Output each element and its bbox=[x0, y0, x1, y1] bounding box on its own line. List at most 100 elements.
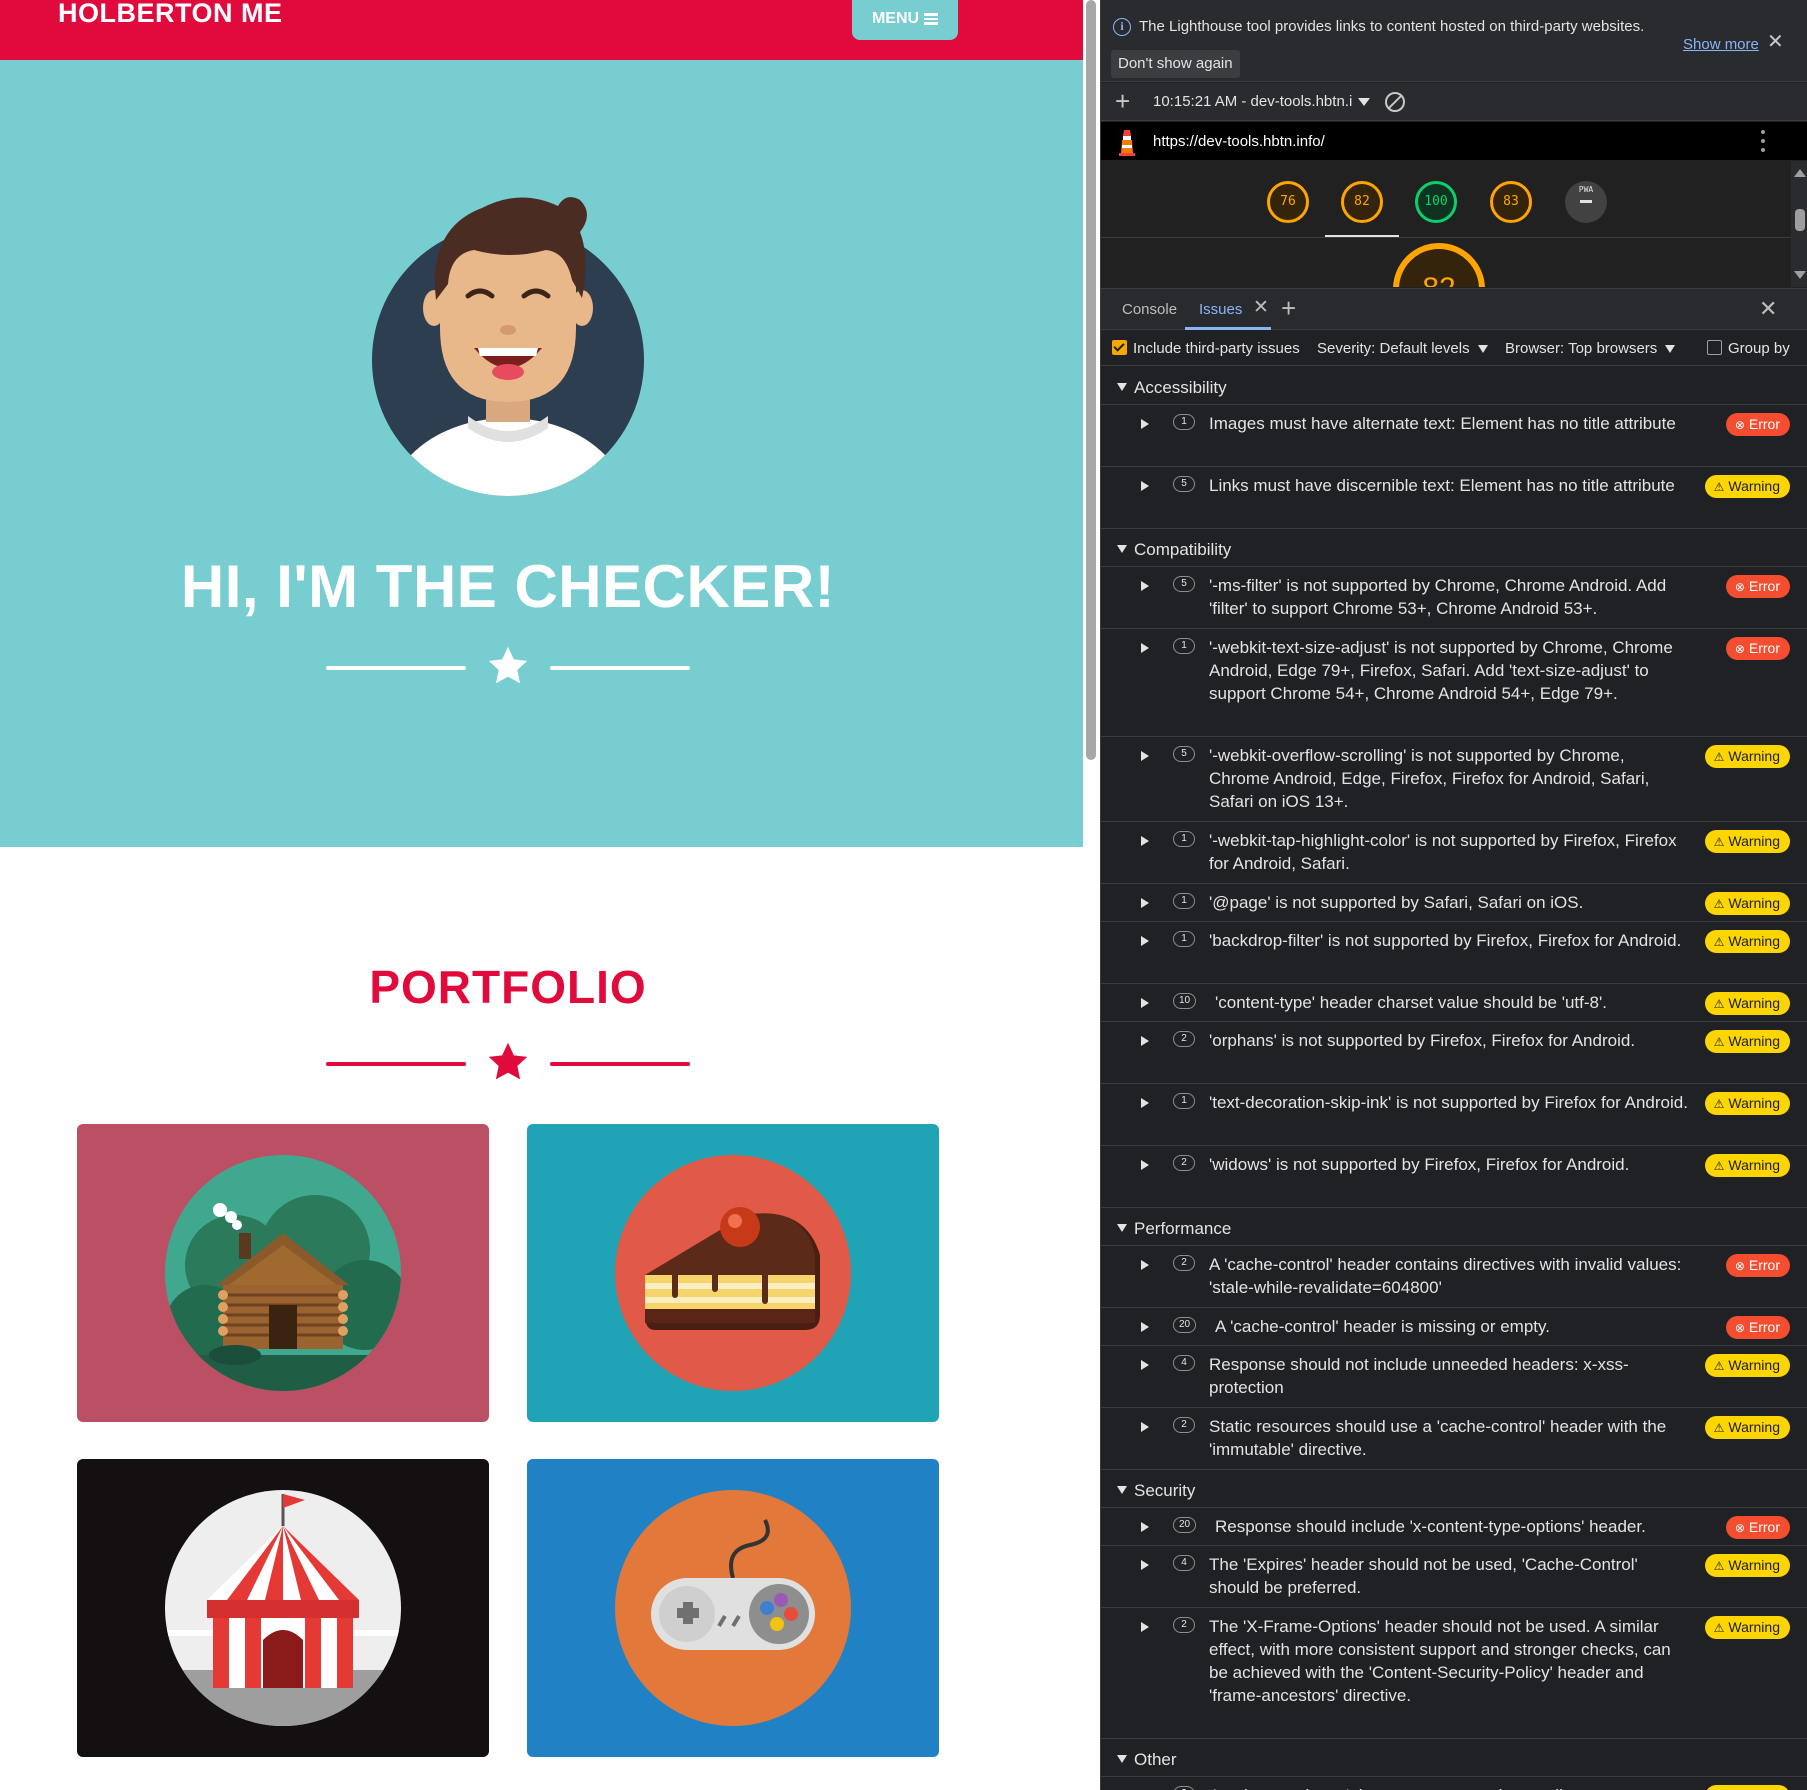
score-gauge-accessibility[interactable]: 82 bbox=[1341, 181, 1383, 223]
caret-right-icon[interactable] bbox=[1141, 1260, 1149, 1270]
issue-count-badge: 5 bbox=[1173, 576, 1195, 592]
caret-right-icon[interactable] bbox=[1141, 1422, 1149, 1432]
caret-right-icon[interactable] bbox=[1141, 751, 1149, 761]
lighthouse-scrollbar[interactable] bbox=[1791, 161, 1807, 287]
severity-select[interactable]: Severity: Default levels bbox=[1317, 340, 1488, 357]
error-icon: ⊗ bbox=[1734, 580, 1745, 594]
issue-row[interactable]: 2 A 'cache-control' header contains direc… bbox=[1101, 1246, 1807, 1308]
issue-category-security[interactable]: Security bbox=[1101, 1470, 1807, 1508]
caret-right-icon[interactable] bbox=[1141, 1522, 1149, 1532]
caret-down-icon bbox=[1477, 345, 1488, 354]
issue-row[interactable]: 5 '-webkit-overflow-scrolling' is not sup… bbox=[1101, 737, 1807, 822]
caret-right-icon[interactable] bbox=[1141, 1322, 1149, 1332]
issue-row[interactable]: 1 '-webkit-text-size-adjust' is not suppo… bbox=[1101, 629, 1807, 737]
warning-badge: ⚠Warning bbox=[1704, 1785, 1790, 1790]
issue-row[interactable]: 2 'orphans' is not supported by Firefox, … bbox=[1101, 1022, 1807, 1084]
portfolio-divider bbox=[326, 1040, 690, 1088]
score-gauge-performance[interactable]: 76 bbox=[1267, 181, 1309, 223]
issue-row[interactable]: 1 '-webkit-tap-highlight-color' is not su… bbox=[1101, 822, 1807, 884]
close-drawer-icon[interactable]: ✕ bbox=[1759, 298, 1777, 320]
issue-row[interactable]: 2 Static resources should use a 'cache-co… bbox=[1101, 1408, 1807, 1470]
portfolio-item-cabin[interactable] bbox=[77, 1124, 489, 1422]
issue-row[interactable]: 3 An element doesn't have an autocomplete… bbox=[1101, 1777, 1807, 1790]
issues-list: Accessibility 1 Images must have alternate… bbox=[1101, 367, 1807, 1790]
caret-right-icon[interactable] bbox=[1141, 1360, 1149, 1370]
error-badge: ⊗ Error bbox=[1725, 413, 1790, 436]
score-gauge-pwa[interactable]: PWA bbox=[1565, 181, 1607, 223]
page-scrollbar[interactable] bbox=[1083, 0, 1100, 1790]
score-gauge-best-practices[interactable]: 100 bbox=[1415, 181, 1457, 223]
issue-row[interactable]: 2 The 'X-Frame-Options' header should not… bbox=[1101, 1608, 1807, 1739]
warning-badge: ⚠Warning bbox=[1704, 1554, 1790, 1577]
warning-badge: ⚠Warning bbox=[1704, 892, 1790, 915]
issue-row[interactable]: 5 '-ms-filter' is not supported by Chrome… bbox=[1101, 567, 1807, 629]
issue-row[interactable]: 20 A 'cache-control' header is missing or… bbox=[1101, 1308, 1807, 1346]
portfolio-item-cake[interactable] bbox=[527, 1124, 939, 1422]
dont-show-again-button[interactable]: Don't show again bbox=[1111, 50, 1240, 78]
badge-label: Warning bbox=[1728, 995, 1780, 1011]
issue-row[interactable]: 4 The 'Expires' header should not be used… bbox=[1101, 1546, 1807, 1608]
portfolio-item-circus[interactable] bbox=[77, 1459, 489, 1757]
caret-right-icon[interactable] bbox=[1141, 1560, 1149, 1570]
category-label: Other bbox=[1134, 1750, 1177, 1769]
badge-label: Warning bbox=[1728, 895, 1780, 911]
issue-title: 'content-type' header charset value shou… bbox=[1215, 993, 1607, 1012]
issue-category-other[interactable]: Other bbox=[1101, 1739, 1807, 1777]
page-scrollbar-thumb[interactable] bbox=[1086, 0, 1096, 760]
issue-row[interactable]: 1 'backdrop-filter' is not supported by F… bbox=[1101, 922, 1807, 984]
issue-row[interactable]: 1 Images must have alternate text: Elemen… bbox=[1101, 405, 1807, 467]
issue-category-compatibility[interactable]: Compatibility bbox=[1101, 529, 1807, 567]
more-options-icon[interactable] bbox=[1761, 130, 1765, 152]
cabin-illustration bbox=[165, 1155, 401, 1391]
caret-right-icon[interactable] bbox=[1141, 643, 1149, 653]
caret-right-icon[interactable] bbox=[1141, 1036, 1149, 1046]
checkbox-checked-icon bbox=[1112, 340, 1127, 355]
caret-right-icon[interactable] bbox=[1141, 1098, 1149, 1108]
caret-right-icon[interactable] bbox=[1141, 419, 1149, 429]
caret-right-icon[interactable] bbox=[1141, 836, 1149, 846]
issue-row[interactable]: 4 Response should not include unneeded he… bbox=[1101, 1346, 1807, 1408]
portfolio-item-game[interactable] bbox=[527, 1459, 939, 1757]
badge-label: Warning bbox=[1728, 1095, 1780, 1111]
score-gauge-seo[interactable]: 83 bbox=[1490, 181, 1532, 223]
issue-category-performance[interactable]: Performance bbox=[1101, 1208, 1807, 1246]
menu-button[interactable]: MENU bbox=[852, 0, 958, 40]
issue-row[interactable]: 10 'content-type' header charset value sh… bbox=[1101, 984, 1807, 1022]
show-more-link[interactable]: Show more bbox=[1683, 36, 1759, 53]
caret-right-icon[interactable] bbox=[1141, 1160, 1149, 1170]
warning-badge: ⚠Warning bbox=[1704, 1030, 1790, 1053]
add-tab-icon[interactable]: + bbox=[1281, 294, 1296, 322]
new-report-icon[interactable]: + bbox=[1115, 86, 1130, 116]
tab-console[interactable]: Console bbox=[1122, 301, 1177, 318]
issue-row[interactable]: 1 '@page' is not supported by Safari, Saf… bbox=[1101, 884, 1807, 922]
caret-right-icon[interactable] bbox=[1141, 481, 1149, 491]
brand-logo-text[interactable]: HOLBERTON ME bbox=[58, 0, 283, 28]
group-by-checkbox[interactable]: Group by bbox=[1707, 340, 1790, 357]
badge-label: Warning bbox=[1728, 1619, 1780, 1635]
caret-right-icon[interactable] bbox=[1141, 998, 1149, 1008]
warning-icon: ⚠ bbox=[1713, 750, 1725, 764]
close-icon[interactable]: ✕ bbox=[1767, 32, 1784, 52]
issue-row[interactable]: 5 Links must have discernible text: Eleme… bbox=[1101, 467, 1807, 529]
top-navbar: HOLBERTON ME MENU bbox=[0, 0, 1083, 60]
close-tab-icon[interactable]: ✕ bbox=[1253, 298, 1269, 318]
third-party-checkbox[interactable]: Include third-party issues bbox=[1112, 340, 1300, 357]
issue-row[interactable]: 1 'text-decoration-skip-ink' is not suppo… bbox=[1101, 1084, 1807, 1146]
issue-row[interactable]: 20 Response should include 'x-content-typ… bbox=[1101, 1508, 1807, 1546]
caret-right-icon[interactable] bbox=[1141, 581, 1149, 591]
warning-icon: ⚠ bbox=[1713, 1097, 1725, 1111]
badge-label: Warning bbox=[1728, 1357, 1780, 1373]
clear-icon[interactable] bbox=[1385, 92, 1405, 112]
badge-label: Warning bbox=[1728, 1557, 1780, 1573]
info-icon: i bbox=[1113, 18, 1131, 36]
issue-category-accessibility[interactable]: Accessibility bbox=[1101, 367, 1807, 405]
issue-row[interactable]: 2 'widows' is not supported by Firefox, F… bbox=[1101, 1146, 1807, 1208]
menu-label: MENU bbox=[871, 10, 920, 27]
caret-right-icon[interactable] bbox=[1141, 936, 1149, 946]
browser-select[interactable]: Browser: Top browsers bbox=[1505, 340, 1676, 357]
caret-right-icon[interactable] bbox=[1141, 1622, 1149, 1632]
tab-issues[interactable]: Issues bbox=[1199, 301, 1242, 318]
report-select[interactable]: 10:15:21 AM - dev-tools.hbtn.i bbox=[1153, 93, 1371, 110]
caret-right-icon[interactable] bbox=[1141, 898, 1149, 908]
report-url[interactable]: https://dev-tools.hbtn.info/ bbox=[1153, 133, 1325, 150]
